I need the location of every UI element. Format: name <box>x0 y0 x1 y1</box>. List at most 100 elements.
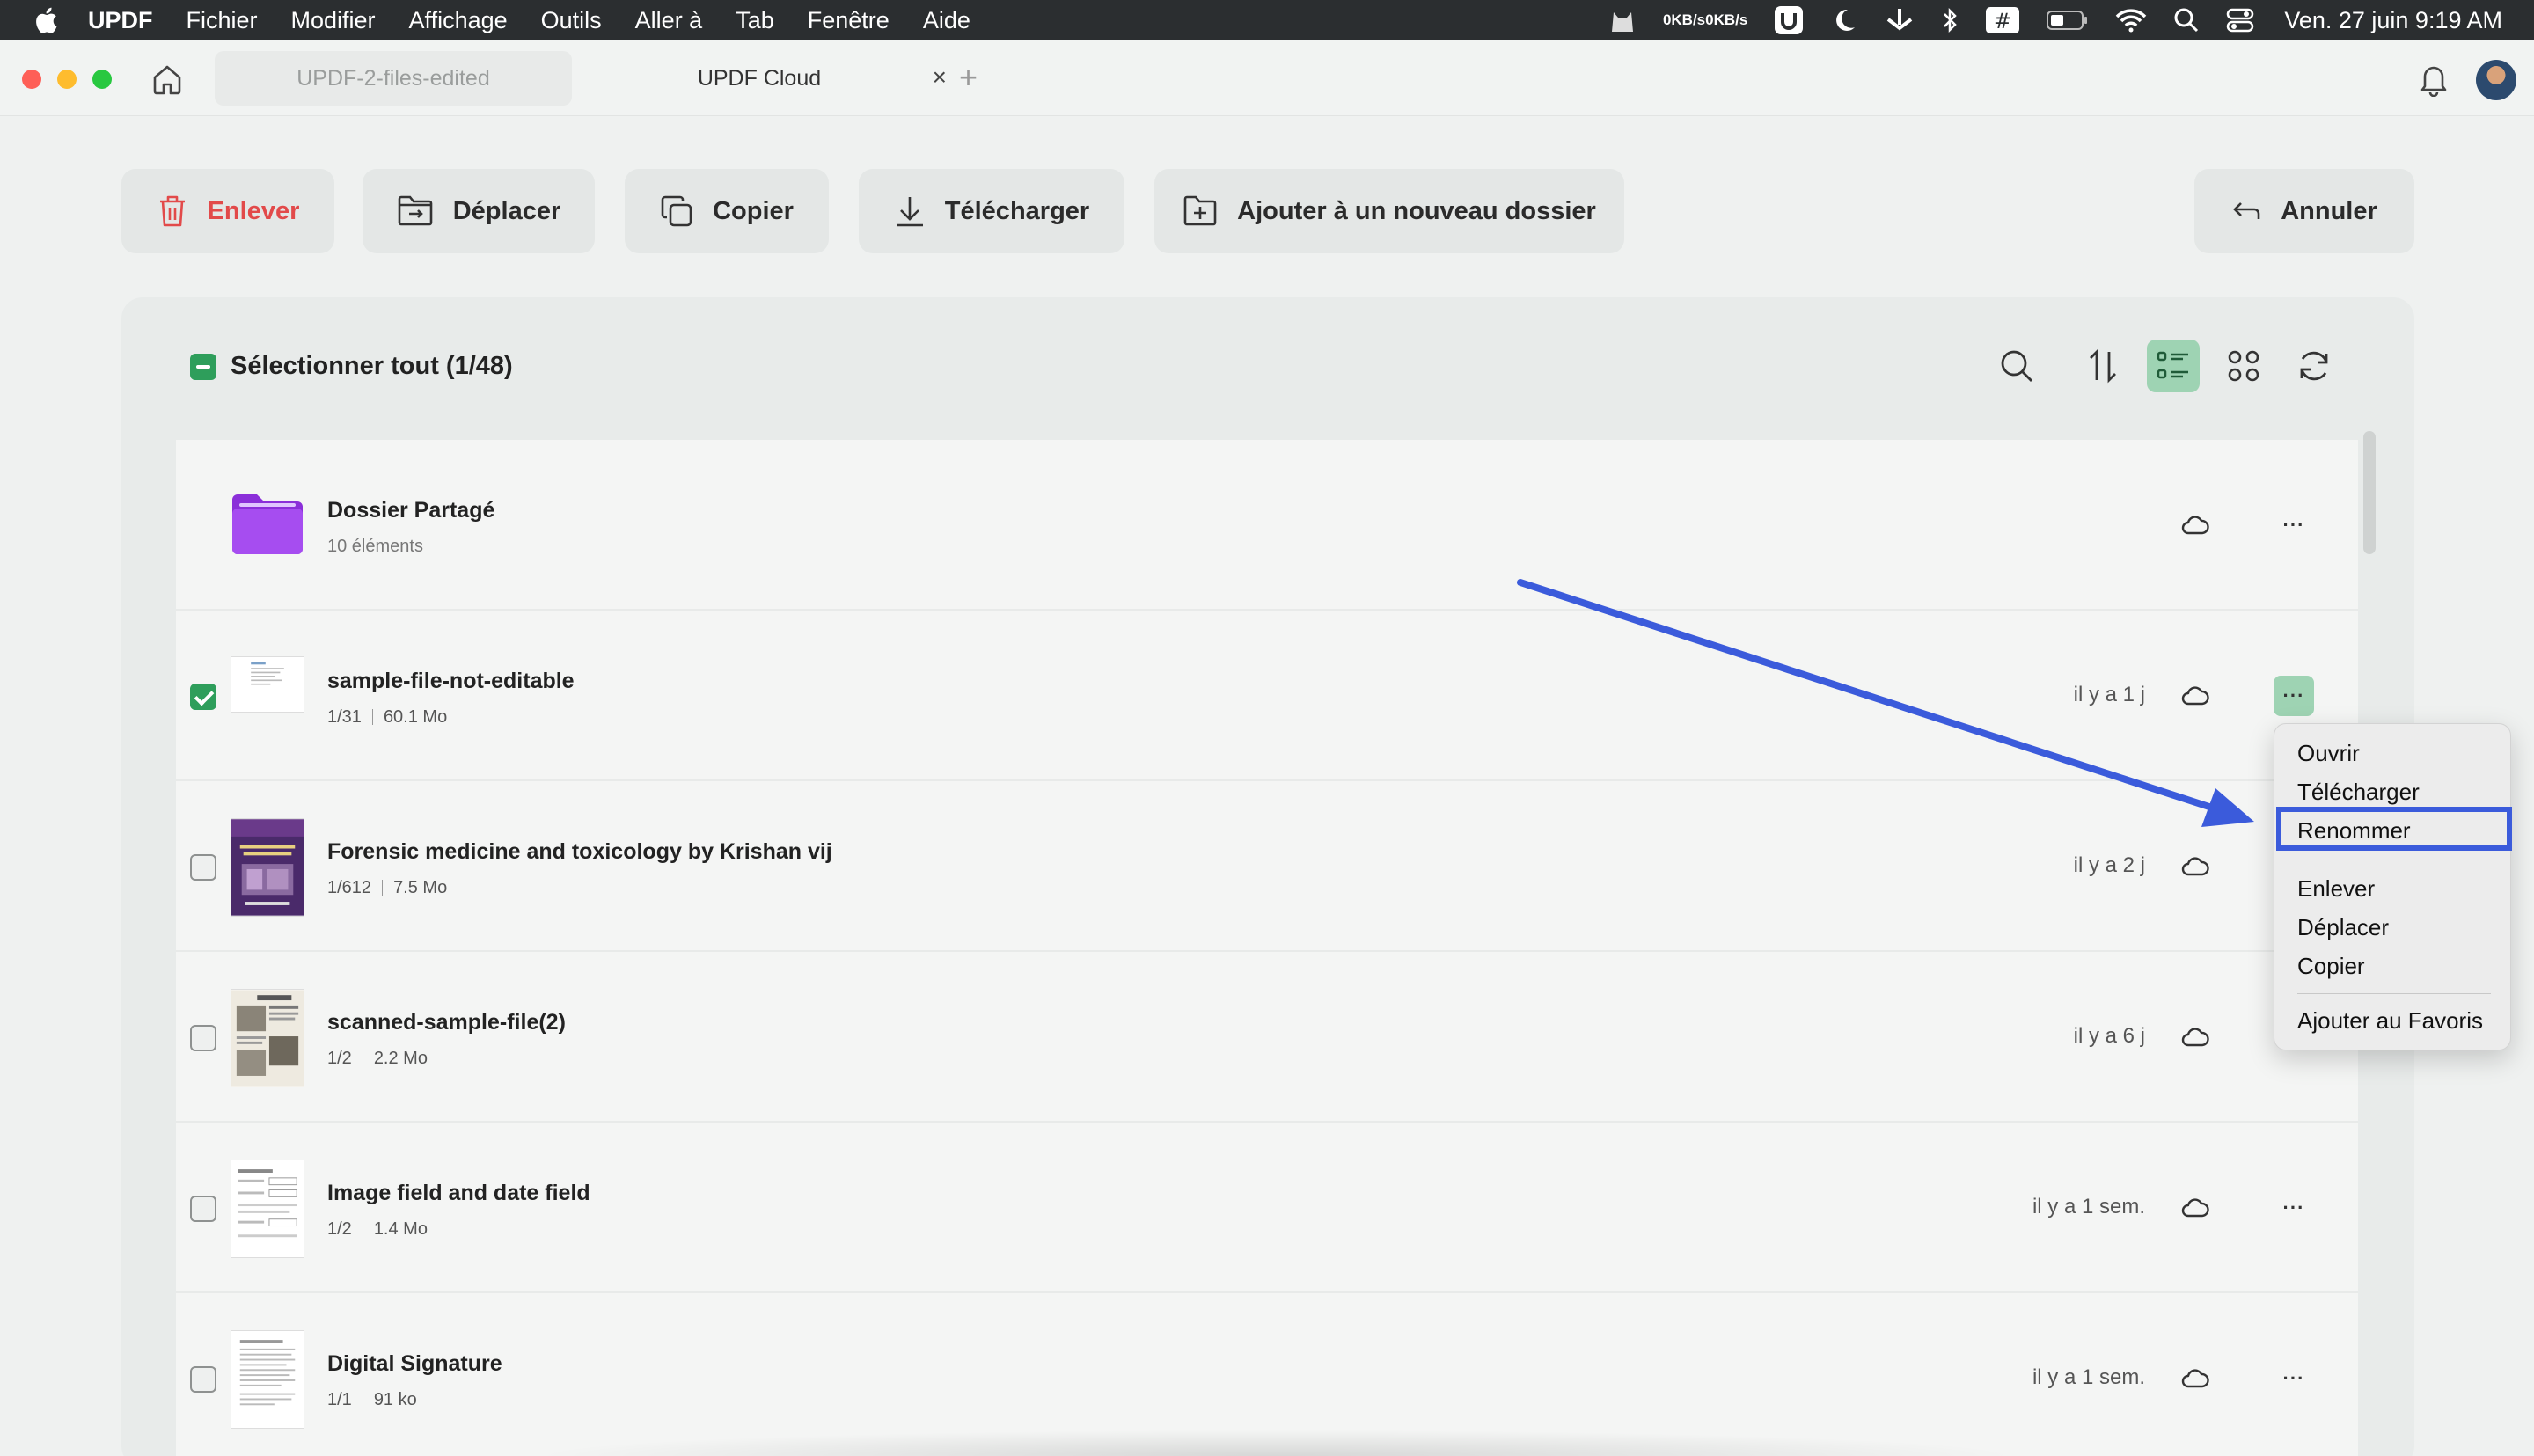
file-meta: 1/2 1.4 Mo <box>327 1219 428 1240</box>
copy-button-label: Copier <box>713 196 794 225</box>
cloud-icon <box>2181 1028 2209 1047</box>
folder-item-count: 10 éléments <box>327 537 423 556</box>
list-item-folder[interactable]: Dossier Partagé 10 éléments ··· <box>176 440 2358 611</box>
menu-app-name[interactable]: UPDF <box>88 7 153 34</box>
modified-time: il y a 1 j <box>2073 683 2145 706</box>
sort-icon[interactable] <box>2076 340 2129 392</box>
search-icon[interactable] <box>1990 340 2043 392</box>
battery-icon[interactable] <box>2047 10 2089 31</box>
updf-status-icon[interactable] <box>1774 5 1804 35</box>
window-zoom-button[interactable] <box>92 70 112 89</box>
remove-button[interactable]: Enlever <box>121 169 334 253</box>
file-meta: 1/612 7.5 Mo <box>327 878 447 898</box>
bluetooth-icon[interactable] <box>1941 7 1959 33</box>
list-item-file[interactable]: Forensic medicine and toxicology by Kris… <box>176 781 2358 952</box>
hashtag-icon[interactable]: # <box>1985 6 2020 34</box>
list-item-file[interactable]: sample-file-not-editable 1/31 60.1 Mo il … <box>176 611 2358 781</box>
macos-menu-bar: UPDF Fichier Modifier Affichage Outils A… <box>0 0 2534 40</box>
network-down-value: 0KB/s <box>1705 11 1748 28</box>
menu-aide[interactable]: Aide <box>923 7 970 34</box>
file-meta: 1/1 91 ko <box>327 1390 417 1410</box>
file-name: Forensic medicine and toxicology by Kris… <box>327 839 832 864</box>
spotlight-search-icon[interactable] <box>2173 7 2200 33</box>
file-size: 60.1 Mo <box>383 707 448 727</box>
trash-icon <box>159 195 185 227</box>
add-to-new-folder-button[interactable]: Ajouter à un nouveau dossier <box>1154 169 1624 253</box>
page-count: 1/612 <box>327 878 372 897</box>
cloud-icon <box>2181 1369 2209 1388</box>
scanned-page-thumbnail <box>231 989 304 1087</box>
bottom-fade <box>528 1430 2024 1456</box>
download-icon <box>896 197 923 227</box>
row-checkbox[interactable] <box>190 1025 216 1051</box>
list-view-icon[interactable] <box>2147 340 2200 392</box>
file-name: sample-file-not-editable <box>327 669 575 693</box>
wifi-icon[interactable] <box>2115 8 2147 33</box>
copy-button[interactable]: Copier <box>625 169 829 253</box>
modified-time: il y a 1 sem. <box>2032 1365 2145 1389</box>
window-close-button[interactable] <box>22 70 41 89</box>
file-list: Dossier Partagé 10 éléments ··· sample-f… <box>176 440 2358 1456</box>
more-options-button[interactable]: ··· <box>2274 676 2314 716</box>
network-speed[interactable]: 0KB/s 0KB/s <box>1662 11 1748 28</box>
menu-item-download[interactable]: Télécharger <box>2297 779 2420 806</box>
apple-logo-icon[interactable] <box>33 6 58 34</box>
list-item-file[interactable]: scanned-sample-file(2) 1/2 2.2 Mo il y a … <box>176 952 2358 1123</box>
list-item-file[interactable]: Image field and date field 1/2 1.4 Mo il … <box>176 1123 2358 1293</box>
list-scrollbar[interactable] <box>2363 431 2376 554</box>
file-name: Digital Signature <box>327 1351 502 1376</box>
menu-fenetre[interactable]: Fenêtre <box>808 7 890 34</box>
context-menu: Ouvrir Télécharger Renommer Enlever Dépl… <box>2274 723 2512 1050</box>
menu-tab[interactable]: Tab <box>736 7 774 34</box>
window-tab-bar: UPDF-2-files-edited UPDF Cloud × + <box>0 40 2534 116</box>
tab-updf-2-files-edited[interactable]: UPDF-2-files-edited <box>215 51 572 106</box>
more-options-button[interactable]: ··· <box>2274 1188 2314 1228</box>
menu-item-copy[interactable]: Copier <box>2297 953 2365 980</box>
moon-icon[interactable] <box>1830 6 1858 34</box>
row-checkbox[interactable] <box>190 1196 216 1222</box>
tab-close-icon[interactable]: × <box>933 63 947 91</box>
select-all-checkbox[interactable]: Sélectionner tout (1/48) <box>190 352 513 381</box>
row-checkbox[interactable] <box>190 684 216 710</box>
window-minimize-button[interactable] <box>57 70 77 89</box>
menu-modifier[interactable]: Modifier <box>291 7 376 34</box>
menu-fichier[interactable]: Fichier <box>187 7 258 34</box>
network-up-value: 0KB/s <box>1662 11 1706 28</box>
home-icon[interactable] <box>150 62 185 97</box>
file-size: 1.4 Mo <box>373 1219 428 1239</box>
notification-bell-icon[interactable] <box>2418 62 2450 97</box>
move-button[interactable]: Déplacer <box>363 169 595 253</box>
control-center-icon[interactable] <box>2226 7 2254 33</box>
grid-view-icon[interactable] <box>2217 340 2270 392</box>
menubar-clock[interactable]: Ven. 27 juin 9:19 AM <box>2284 7 2502 34</box>
menu-item-remove[interactable]: Enlever <box>2297 875 2375 903</box>
tab-label: UPDF-2-files-edited <box>297 65 490 91</box>
cancel-button-label: Annuler <box>2281 196 2377 225</box>
more-options-button[interactable]: ··· <box>2274 1358 2314 1399</box>
modified-time: il y a 2 j <box>2073 853 2145 877</box>
refresh-icon[interactable] <box>2288 340 2340 392</box>
file-meta: 1/31 60.1 Mo <box>327 707 447 728</box>
menu-item-open[interactable]: Ouvrir <box>2297 740 2360 767</box>
cloud-icon <box>2181 516 2209 535</box>
cat-icon[interactable] <box>1608 7 1637 33</box>
select-all-label: Sélectionner tout (1/48) <box>231 352 513 380</box>
menu-item-move[interactable]: Déplacer <box>2297 914 2389 941</box>
menu-aller-a[interactable]: Aller à <box>635 7 703 34</box>
more-options-button[interactable]: ··· <box>2274 505 2314 545</box>
menu-outils[interactable]: Outils <box>541 7 602 34</box>
inbox-download-icon[interactable] <box>1885 7 1915 33</box>
meta-divider <box>382 880 384 896</box>
cloud-icon <box>2181 686 2209 706</box>
new-tab-button[interactable]: + <box>959 62 978 93</box>
cancel-button[interactable]: Annuler <box>2194 169 2414 253</box>
menu-item-add-favorites[interactable]: Ajouter au Favoris <box>2297 1007 2483 1035</box>
menu-affichage[interactable]: Affichage <box>409 7 508 34</box>
user-avatar[interactable] <box>2476 60 2516 100</box>
download-button[interactable]: Télécharger <box>859 169 1124 253</box>
row-checkbox[interactable] <box>190 1366 216 1393</box>
row-checkbox[interactable] <box>190 854 216 881</box>
book-cover-thumbnail <box>231 818 304 917</box>
file-name: Dossier Partagé <box>327 498 495 523</box>
tab-updf-cloud[interactable]: UPDF Cloud × <box>581 51 947 106</box>
